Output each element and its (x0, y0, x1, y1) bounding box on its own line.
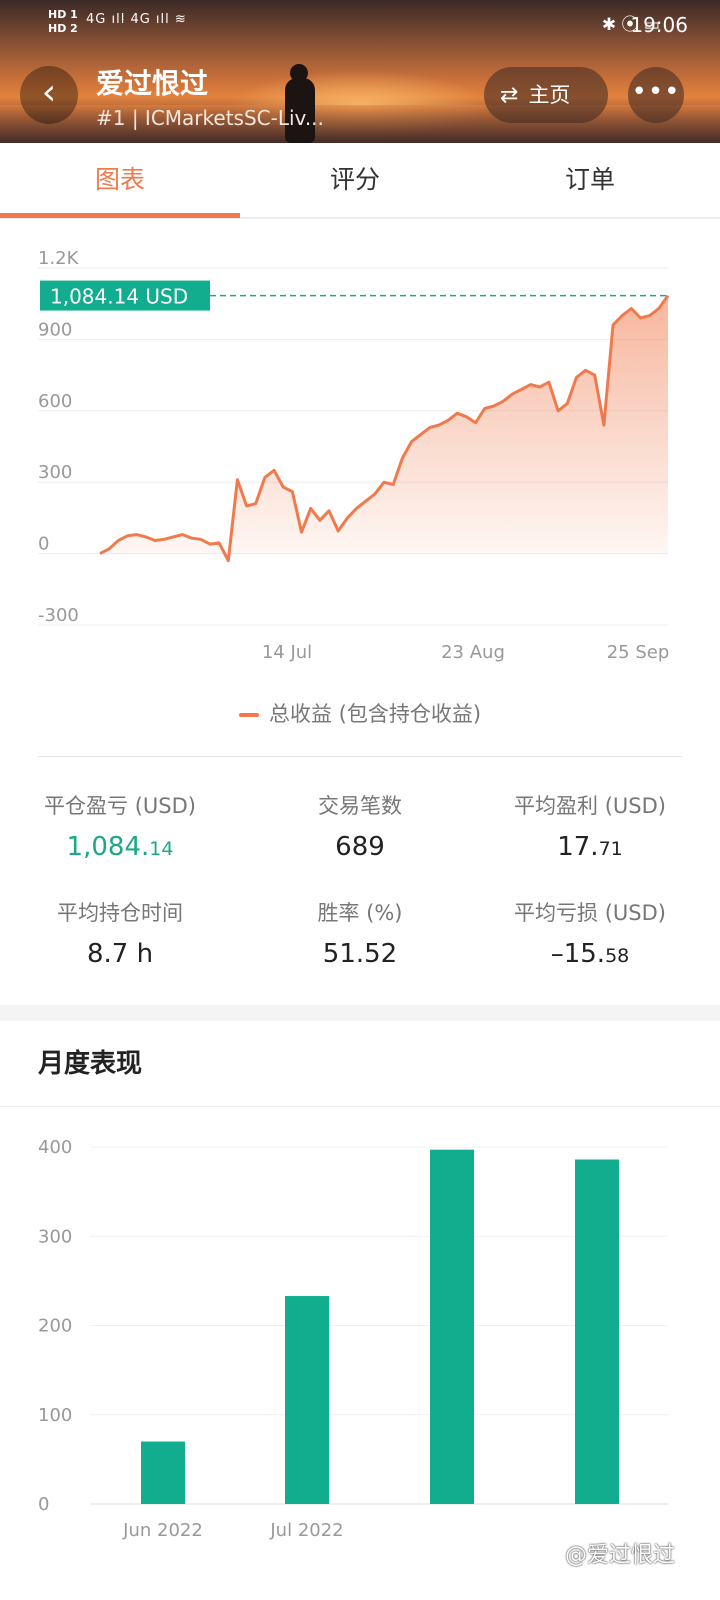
stat-value-dec: 14 (149, 838, 174, 860)
stat-label: 交易笔数 (318, 794, 402, 818)
chevron-left-icon: ‹ (41, 72, 57, 113)
stat-label: 平均持仓时间 (57, 901, 183, 925)
hd1-indicator: HD 1 (48, 8, 78, 21)
x-tick-label: Jul 2022 (269, 1520, 343, 1541)
stat-value-int: 689 (335, 832, 385, 862)
stat-value-int: 8.7 h (86, 939, 154, 969)
divider (38, 756, 682, 757)
home-label: 主页 (528, 83, 571, 107)
x-tick-label: 14 Jul (262, 642, 312, 663)
home-button[interactable]: ⇄ 主页 (484, 67, 608, 123)
active-tab-indicator (0, 213, 240, 218)
back-button[interactable]: ‹ (20, 66, 78, 124)
bar-sep-2022 (575, 1159, 619, 1504)
equity-area (100, 295, 668, 561)
stat-value-dec: 71 (598, 838, 623, 860)
stat-value: –15.58 (470, 939, 710, 969)
profile-header: HD 1 HD 2 4G ıll 4G ıll ≋ ✱ ⦿ ▭ 19:06 ‹ … (0, 0, 720, 143)
stat-label: 平均亏损 (USD) (514, 901, 666, 925)
stat-closed-pnl: 平仓盈亏 (USD) 1,084.14 (0, 790, 240, 862)
monthly-bar-chart[interactable]: 400 300 200 100 0 Jun 2022 Jul 2022 (0, 1130, 720, 1570)
y-tick-label: 400 (38, 1137, 72, 1158)
stat-avg-profit: 平均盈利 (USD) 17.71 (470, 790, 710, 862)
stat-value: 1,084.14 (0, 832, 240, 862)
x-tick-label: Jun 2022 (122, 1520, 203, 1541)
stat-win-rate: 胜率 (%) 51.52 (240, 897, 480, 969)
y-tick-label: 900 (38, 319, 72, 340)
hd-indicators: HD 1 HD 2 (48, 8, 78, 36)
account-subtitle: #1 | ICMarketsSC-Liv... (96, 106, 324, 130)
stat-label: 平均盈利 (USD) (514, 794, 666, 818)
current-value-label: 1,084.14 USD (50, 285, 188, 309)
stat-trade-count: 交易笔数 689 (240, 790, 480, 862)
stat-value-int: 17. (557, 832, 599, 862)
watermark: @爱过恨过 (565, 1543, 676, 1568)
y-tick-label: -300 (38, 605, 79, 626)
stat-avg-hold-time: 平均持仓时间 8.7 h (0, 897, 240, 969)
stat-value: 8.7 h (0, 939, 240, 969)
stat-value-dec: 58 (605, 945, 630, 967)
legend-swatch (238, 713, 259, 717)
y-tick-label: 1.2K (38, 248, 80, 269)
status-bar: HD 1 HD 2 4G ıll 4G ıll ≋ ✱ ⦿ ▭ 19:06 (0, 8, 720, 44)
legend-label: 总收益 (包含持仓收益) (268, 702, 482, 726)
tab-chart[interactable]: 图表 (0, 143, 240, 219)
stat-value-int: –15. (550, 939, 606, 969)
bar-aug-2022 (430, 1149, 474, 1504)
y-tick-label: 600 (38, 391, 72, 412)
y-tick-label: 0 (38, 1494, 49, 1515)
clock: 19:06 (630, 13, 688, 37)
y-tick-label: 100 (38, 1405, 72, 1426)
x-tick-label: 23 Aug (441, 642, 505, 663)
stat-value: 689 (240, 832, 480, 862)
stat-label: 平仓盈亏 (USD) (44, 794, 196, 818)
y-tick-label: 300 (38, 1226, 72, 1247)
x-tick-label: 25 Sep (607, 642, 670, 663)
page-title: 爱过恨过 (96, 67, 209, 100)
bar-jul-2022 (285, 1296, 329, 1504)
y-tick-label: 0 (38, 534, 49, 555)
tab-rating[interactable]: 评分 (235, 143, 475, 219)
section-gap (0, 1005, 720, 1021)
tab-orders[interactable]: 订单 (470, 143, 710, 219)
more-button[interactable]: ••• (628, 67, 684, 123)
tab-bar: 图表 评分 订单 (0, 143, 720, 219)
y-tick-label: 200 (38, 1316, 72, 1337)
stat-label: 胜率 (%) (317, 901, 403, 925)
monthly-title: 月度表现 (38, 1049, 143, 1079)
bar-jun-2022 (141, 1441, 185, 1504)
signal-icon: 4G ıll 4G ıll ≋ (86, 12, 187, 27)
hd2-indicator: HD 2 (48, 22, 78, 35)
swap-arrows-icon: ⇄ (500, 83, 519, 108)
stat-avg-loss: 平均亏损 (USD) –15.58 (470, 897, 710, 969)
more-dots-icon: ••• (631, 77, 681, 107)
stat-value: 51.52 (240, 939, 480, 969)
stat-value-int: 51.52 (322, 939, 398, 969)
equity-chart[interactable]: 1.2K 900 600 300 0 -300 1,084.14 USD 14 Jul 23 A… (0, 230, 720, 670)
chart-legend: 总收益 (包含持仓收益) (0, 698, 720, 728)
y-tick-label: 300 (38, 462, 72, 483)
divider (0, 1106, 720, 1107)
stat-value-int: 1,084. (66, 832, 150, 862)
stat-value: 17.71 (470, 832, 710, 862)
